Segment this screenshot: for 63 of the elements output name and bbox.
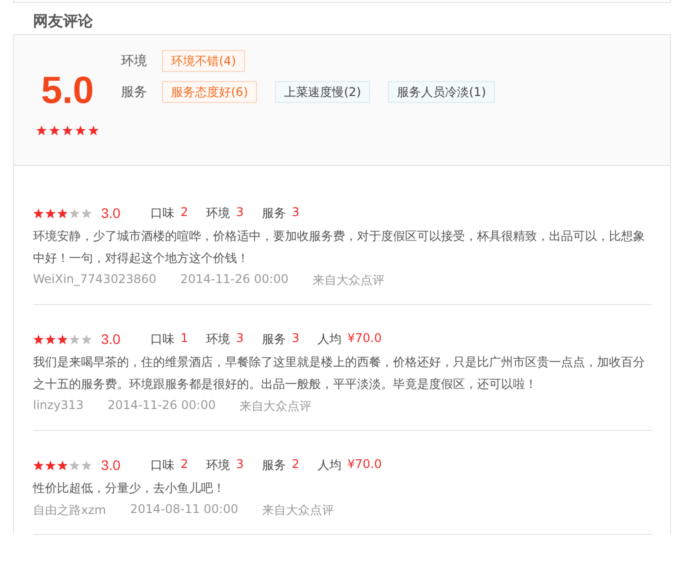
metric-value: 1 <box>180 330 188 346</box>
star-icon <box>81 334 92 344</box>
tag-group-label: 环境 <box>121 53 147 70</box>
star-icon <box>45 460 56 470</box>
section-title: 网友评论 <box>32 11 94 32</box>
star-icon <box>49 125 60 136</box>
metric-label: 环境 <box>206 204 230 222</box>
review-text: 我们是来喝早茶的，住的维景酒店，早餐除了这里就是楼上的西餐，价格还好，只是比广州市区贵一点点，加收百分之十五的服务费。环境跟服务都是很好的。出品一般般，平平淡淡。毕竟是度假区，还可以啦！ <box>33 354 646 393</box>
metric-label: 服务 <box>262 330 286 348</box>
review-tag[interactable]: 服务人员冷淡(1) <box>388 81 495 103</box>
metric-value: ¥70.0 <box>347 456 382 472</box>
star-icon <box>45 208 56 218</box>
metric-value: 2 <box>292 456 300 472</box>
star-icon <box>33 334 44 344</box>
rating-score: 3.0 <box>101 205 120 221</box>
star-icon <box>88 125 99 136</box>
review-source: 来自大众点评 <box>240 398 312 415</box>
review-time: 2014-11-26 00:00 <box>108 398 216 414</box>
metric-label: 口味 <box>150 204 174 222</box>
user-name: 自由之路xzm <box>33 502 106 519</box>
metric-value: 3 <box>236 204 244 220</box>
metric-label: 人均 <box>317 330 342 348</box>
rating-score: 3.0 <box>101 331 120 347</box>
review-source: 来自大众点评 <box>262 502 334 519</box>
metric-value: 3 <box>292 204 300 220</box>
star-icon <box>33 208 44 218</box>
metric-label: 环境 <box>206 330 230 348</box>
star-icon <box>69 208 80 218</box>
rating-score: 3.0 <box>101 457 120 473</box>
metric-label: 环境 <box>206 456 230 474</box>
metric-label: 服务 <box>262 204 286 222</box>
star-icon <box>69 460 80 470</box>
star-icon <box>45 334 56 344</box>
metric-label: 服务 <box>262 456 286 474</box>
overall-score: 5.0 <box>41 69 94 113</box>
review-text: 环境安静，少了城市酒楼的喧哗，价格适中，要加收服务费，对于度假区可以接受，杯具很精致，出品可以，比想象中好！一句，对得起这个地方这个价钱！ <box>33 228 646 267</box>
star-icon <box>36 125 47 136</box>
star-icon <box>33 460 44 470</box>
review-time: 2014-11-26 00:00 <box>180 272 289 288</box>
star-icon <box>81 208 92 218</box>
metric-value: ¥70.0 <box>347 330 382 346</box>
metric-value: 2 <box>180 204 188 220</box>
review-tag[interactable]: 上菜速度慢(2) <box>275 81 370 103</box>
user-name: WeiXin_7743023860 <box>33 272 156 288</box>
metric-value: 2 <box>180 456 188 472</box>
metric-label: 口味 <box>150 456 174 474</box>
metric-label: 口味 <box>150 330 174 348</box>
star-icon <box>69 334 80 344</box>
review-text: 性价比超低，分量少，去小鱼儿吧！ <box>33 480 226 497</box>
star-icon <box>57 334 68 344</box>
star-icon <box>57 208 68 218</box>
tag-group-label: 服务 <box>121 84 147 101</box>
metric-value: 3 <box>236 330 244 346</box>
star-icon <box>75 125 86 136</box>
user-name: linzy313 <box>33 398 84 414</box>
metric-label: 人均 <box>317 456 342 474</box>
star-icon <box>62 125 73 136</box>
star-icon <box>81 460 92 470</box>
review-time: 2014-08-11 00:00 <box>130 502 238 518</box>
star-icon <box>57 460 68 470</box>
metric-value: 3 <box>236 456 244 472</box>
metric-value: 3 <box>292 330 300 346</box>
review-source: 来自大众点评 <box>312 272 385 289</box>
